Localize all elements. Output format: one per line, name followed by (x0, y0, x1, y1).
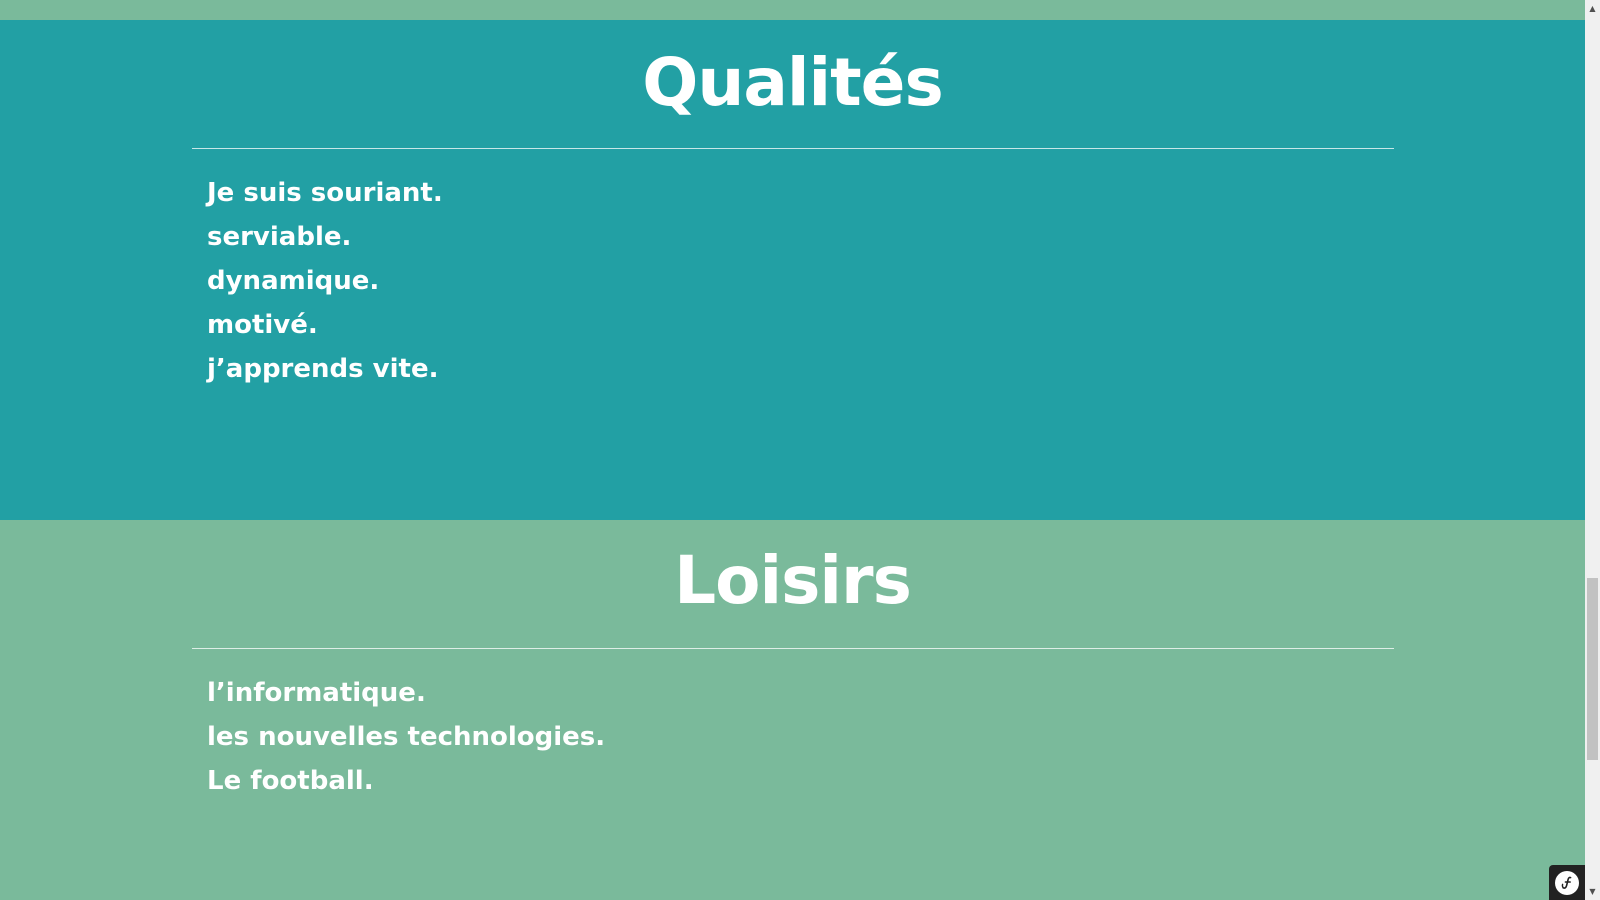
scroll-down-arrow-icon[interactable]: ▼ (1585, 883, 1600, 900)
loisirs-title: Loisirs (674, 542, 912, 619)
debug-toolbar-toggle-button[interactable] (1549, 865, 1585, 900)
list-item: serviable. (207, 222, 352, 252)
qualites-divider (192, 148, 1394, 149)
list-item: j’apprends vite. (207, 354, 439, 384)
previous-section-strip (0, 0, 1585, 20)
page: Qualités Je suis souriant. serviable. dy… (0, 0, 1600, 900)
list-item: les nouvelles technologies. (207, 722, 606, 752)
list-item: l’informatique. (207, 678, 426, 708)
qualites-list: Je suis souriant. serviable. dynamique. … (207, 171, 443, 391)
scroll-up-arrow-icon[interactable]: ▲ (1585, 0, 1600, 17)
list-item: motivé. (207, 310, 318, 340)
loisirs-section: Loisirs l’informatique. les nouvelles te… (0, 520, 1585, 900)
loisirs-divider (192, 648, 1394, 649)
list-item: Le football. (207, 766, 374, 796)
list-item: Je suis souriant. (207, 178, 443, 208)
scrollbar-thumb[interactable] (1587, 578, 1598, 760)
vertical-scrollbar[interactable]: ▲ ▼ (1585, 0, 1600, 900)
list-item: dynamique. (207, 266, 380, 296)
qualites-title: Qualités (642, 44, 943, 121)
symfony-logo-icon (1555, 870, 1579, 895)
symfony-logo-glyph-icon (1561, 876, 1572, 889)
viewport[interactable]: Qualités Je suis souriant. serviable. dy… (0, 0, 1585, 900)
loisirs-list: l’informatique. les nouvelles technologi… (207, 671, 605, 803)
qualites-section: Qualités Je suis souriant. serviable. dy… (0, 20, 1585, 520)
